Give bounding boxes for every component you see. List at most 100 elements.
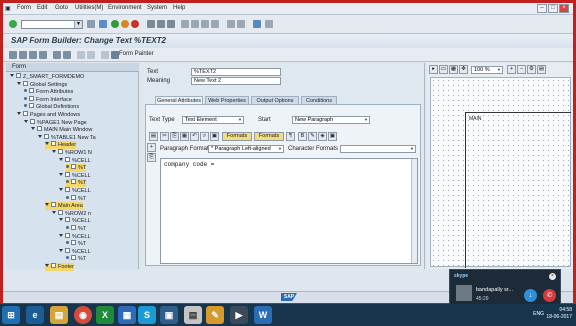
sap-gui-icon[interactable]: ▣: [160, 306, 178, 324]
check-icon[interactable]: [29, 51, 37, 59]
paint-icon[interactable]: ✎: [206, 306, 224, 324]
bullet-icon: [24, 96, 27, 100]
form-painter-button[interactable]: Form Painter: [119, 51, 154, 57]
layout-icon[interactable]: [265, 20, 273, 28]
chevron-down-icon[interactable]: ▼: [74, 21, 82, 28]
symbol-icon[interactable]: ◈: [318, 132, 327, 141]
help-icon[interactable]: [253, 20, 261, 28]
meaning-field[interactable]: New Text 2: [191, 77, 281, 85]
paste-icon[interactable]: ▦: [180, 132, 189, 141]
display-change-icon[interactable]: [9, 51, 17, 59]
next-page-icon[interactable]: [201, 20, 209, 28]
form-painter-icon[interactable]: [111, 51, 119, 59]
formats-button[interactable]: Formats: [222, 132, 252, 141]
first-page-icon[interactable]: [181, 20, 189, 28]
media-icon[interactable]: ▶: [230, 306, 248, 324]
copy-icon[interactable]: ⎘: [170, 132, 179, 141]
menu-environment[interactable]: Environment: [108, 5, 142, 11]
sap-logon-icon[interactable]: ▦: [118, 306, 136, 324]
delete-icon[interactable]: [101, 51, 109, 59]
enter-icon[interactable]: [9, 20, 17, 28]
prev-page-icon[interactable]: [191, 20, 199, 28]
chrome-icon[interactable]: ◉: [74, 306, 92, 324]
insert-icon[interactable]: ▣: [210, 132, 219, 141]
test-icon[interactable]: [39, 51, 47, 59]
text-editor[interactable]: company code =: [160, 158, 418, 264]
exit-icon[interactable]: [121, 20, 129, 28]
menu-utilities[interactable]: Utilities(M): [75, 5, 103, 11]
formats-button-2[interactable]: Formats: [254, 132, 284, 141]
undo-icon[interactable]: [77, 51, 85, 59]
character-formats-select[interactable]: ▼: [340, 145, 416, 153]
redo-icon[interactable]: [87, 51, 95, 59]
painter-canvas[interactable]: MAIN: [430, 77, 571, 268]
minimize-button[interactable]: –: [537, 4, 547, 13]
arrow-icon[interactable]: ▸: [429, 65, 438, 74]
shortcut-icon[interactable]: [237, 20, 245, 28]
text-type-label: Text Type: [149, 117, 175, 123]
layout-icon[interactable]: ▤: [537, 65, 546, 74]
expand-icon: [52, 210, 56, 214]
folder-icon[interactable]: ▤: [50, 306, 68, 324]
close-icon[interactable]: ×: [549, 273, 556, 280]
skype-call-popup: skype × bandapally sr... 45:29 ↓ ✆: [449, 269, 561, 307]
text-name-field[interactable]: %TEXT2: [191, 68, 281, 76]
new-session-icon[interactable]: [227, 20, 235, 28]
insert-field-icon[interactable]: +: [147, 143, 156, 152]
link-icon[interactable]: ⎘: [147, 153, 156, 162]
menu-help[interactable]: Help: [173, 5, 185, 11]
language-indicator[interactable]: ENG: [533, 311, 544, 318]
menu-form[interactable]: Form: [17, 5, 31, 11]
start-select[interactable]: New Paragraph ▼: [292, 116, 370, 124]
undo-icon[interactable]: ↶: [190, 132, 199, 141]
grid-icon[interactable]: ▦: [449, 65, 458, 74]
text-type-select[interactable]: Text Element ▼: [182, 116, 244, 124]
close-button[interactable]: ×: [559, 4, 569, 13]
tree-node-label: Form Interface: [36, 96, 72, 103]
maximize-button[interactable]: □: [548, 4, 558, 13]
cancel-icon[interactable]: [131, 20, 139, 28]
start-button[interactable]: ⊞: [2, 306, 20, 324]
skype-icon[interactable]: S: [138, 306, 156, 324]
bold-icon[interactable]: B: [298, 132, 307, 141]
excel-icon[interactable]: X: [96, 306, 114, 324]
save-icon[interactable]: [99, 20, 107, 28]
settings-icon[interactable]: ⚙: [527, 65, 536, 74]
cut-icon[interactable]: [53, 51, 61, 59]
clock-date[interactable]: 18-06-2017: [546, 314, 572, 321]
paragraph-formats-select[interactable]: * Paragraph Left-aligned ▼: [208, 145, 284, 153]
editor-scrollbar[interactable]: [411, 159, 417, 263]
sap-icon[interactable]: ▣: [328, 132, 337, 141]
zoom-out-icon[interactable]: −: [517, 65, 526, 74]
menu-edit[interactable]: Edit: [37, 5, 47, 11]
back-icon[interactable]: [111, 20, 119, 28]
zoom-in-icon[interactable]: +: [507, 65, 516, 74]
paragraph-icon[interactable]: ¶: [286, 132, 295, 141]
find-icon[interactable]: [157, 20, 165, 28]
node-icon: [65, 247, 70, 253]
mute-button[interactable]: ↓: [524, 289, 537, 302]
app-icon[interactable]: ▤: [184, 306, 202, 324]
menu-goto[interactable]: Goto: [55, 5, 68, 11]
ie-icon[interactable]: e: [26, 306, 44, 324]
print-icon[interactable]: [147, 20, 155, 28]
tree-node-label: MAIN Main Window: [44, 127, 93, 134]
find-icon[interactable]: ⌕: [200, 132, 209, 141]
hang-up-button[interactable]: ✆: [543, 289, 556, 302]
editor-icon[interactable]: ▤: [149, 132, 158, 141]
pen-icon[interactable]: ✎: [308, 132, 317, 141]
word-icon[interactable]: W: [254, 306, 272, 324]
activate-icon[interactable]: [19, 51, 27, 59]
window-icon[interactable]: ▭: [439, 65, 448, 74]
find-next-icon[interactable]: [167, 20, 175, 28]
copy-icon[interactable]: [63, 51, 71, 59]
last-page-icon[interactable]: [211, 20, 219, 28]
cut-icon[interactable]: ✂: [160, 132, 169, 141]
tree-node[interactable]: Footer: [45, 263, 74, 271]
move-icon[interactable]: ✥: [459, 65, 468, 74]
zoom-select[interactable]: 100 % ▼: [471, 66, 503, 74]
command-field[interactable]: ▼: [21, 20, 83, 29]
collapse-icon[interactable]: [87, 20, 95, 28]
clock-time[interactable]: 04:58: [546, 307, 572, 314]
menu-system[interactable]: System: [147, 5, 167, 11]
